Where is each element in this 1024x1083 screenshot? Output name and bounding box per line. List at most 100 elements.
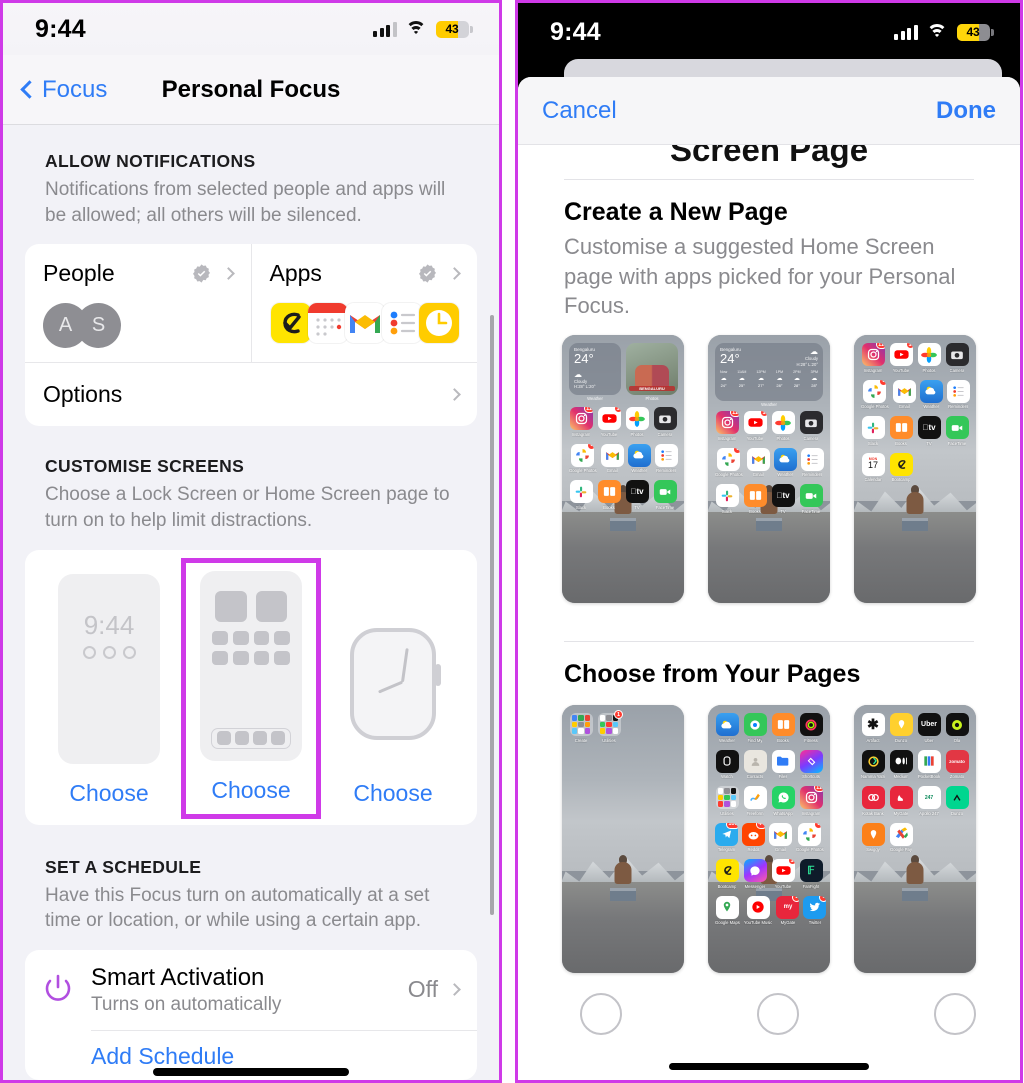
app-label: Gmail — [752, 472, 764, 478]
ola-icon — [945, 713, 969, 737]
app-label: Telegram — [717, 847, 736, 853]
home-screen-preview — [200, 570, 302, 761]
left-nav-bar: Focus Personal Focus — [3, 55, 499, 125]
reminders-icon — [946, 379, 970, 403]
modal-content[interactable]: Screen Page Create a New Page Customise … — [518, 145, 1020, 1080]
status-indicators: 43 — [894, 23, 994, 41]
app-label: Photos — [922, 367, 936, 373]
app-label: Weather — [719, 737, 735, 743]
apps-icon-stack — [270, 303, 459, 344]
suggested-page-3[interactable]: 11 Instagram 1 YouTube Photos Camera 3 Goog… — [854, 335, 976, 604]
gmail-icon — [769, 822, 792, 846]
instagram-icon: 11 — [861, 343, 885, 367]
left-scroll-area[interactable]: ALLOW NOTIFICATIONS Notifications from s… — [3, 125, 499, 1080]
app-row: 11 Instagram 1 YouTube Photos Camera — [861, 343, 969, 373]
app-label: Books — [603, 504, 615, 510]
statue-figure — [610, 854, 636, 901]
app-row: 3 Google Photos Gmail Weather Reminders — [861, 379, 970, 410]
suggested-page-1[interactable]: Bengaluru 24° ☁ Cloudy H:28° L:20° Weath… — [562, 335, 684, 604]
status-indicators: 43 — [373, 20, 473, 38]
app-label: YouTube — [746, 435, 764, 441]
options-row[interactable]: Options — [25, 362, 477, 426]
app-label: Google Photos — [861, 404, 889, 410]
customise-screens-card: 9:44 Choose Choose Choose — [25, 549, 477, 825]
create-new-page-title: Create a New Page — [564, 198, 788, 226]
app-label: Dunzo — [950, 810, 964, 816]
watch-hand-hour — [401, 647, 409, 682]
page-selection-radios — [518, 973, 1020, 1036]
app-label: Shortcuts — [802, 774, 820, 780]
mygate-icon: my 2 — [776, 895, 800, 919]
radio-unselected-icon[interactable] — [934, 993, 976, 1036]
weather-city: Bengaluru — [574, 347, 595, 353]
lock-screen-placeholder-dots — [58, 645, 160, 659]
choose-home-screen-button[interactable]: Choose — [211, 777, 290, 804]
watch-face-option[interactable]: Choose — [323, 627, 463, 807]
app-row: MON 17 Calendar Bootcamp — [861, 452, 969, 483]
people-cell[interactable]: People A S — [25, 244, 252, 363]
your-page-3[interactable]: ✱ Artifact Dunzo Uber Uber Ola Namma Yatri… — [854, 705, 976, 974]
swiggy-icon — [861, 822, 885, 846]
app-row: Namma Yatri Medium PocketBook zomato Zoma… — [861, 749, 969, 780]
app-label: Google Photos — [796, 847, 824, 853]
app-label: Zomato — [949, 774, 965, 780]
app-label: Calendar — [864, 477, 882, 483]
suggested-page-2[interactable]: Bengaluru 24° ☁ Cloudy H:28° L:20° Now ☁… — [708, 335, 830, 604]
power-icon — [39, 971, 77, 1009]
google-pay-icon — [889, 822, 913, 846]
radio-unselected-icon[interactable] — [580, 993, 622, 1036]
instagram-icon: 11 — [569, 407, 593, 431]
bootcamp-icon — [889, 452, 913, 476]
cloud-icon: ☁ — [574, 369, 582, 379]
forecast-temp: 28° — [811, 383, 818, 389]
app-row: Bootcamp Messenger 1 YouTube 𝔽 FanFight — [715, 859, 823, 889]
cloud-icon: ☁ — [793, 376, 800, 383]
app-label: Google Photos — [569, 468, 597, 474]
verified-check-icon — [192, 264, 210, 283]
app-label: Fitness — [804, 737, 818, 743]
app-label: PocketBook — [917, 774, 941, 780]
apps-cell[interactable]: Apps — [252, 244, 478, 362]
forecast-hour: Now — [720, 370, 728, 375]
radio-unselected-icon[interactable] — [757, 993, 799, 1036]
done-button[interactable]: Done — [936, 97, 996, 125]
youtube-icon: 1 — [771, 859, 795, 883]
notification-badge: 11 — [729, 411, 739, 418]
app-label: Dunzo — [894, 737, 908, 743]
wifi-icon — [405, 21, 427, 37]
messenger-icon — [743, 859, 767, 883]
choose-watch-face-button[interactable]: Choose — [353, 780, 432, 807]
choose-lock-screen-button[interactable]: Choose — [69, 780, 148, 807]
app-label: Freeform — [746, 810, 764, 816]
app-label: Camera — [657, 431, 673, 437]
app-label: YouTube — [600, 431, 618, 437]
cancel-button[interactable]: Cancel — [542, 97, 617, 125]
lock-screen-option[interactable]: 9:44 Choose — [39, 573, 179, 807]
facetime-icon — [653, 480, 677, 504]
people-avatars: A S — [43, 303, 233, 349]
google-maps-icon — [715, 895, 739, 919]
notification-badge: 11 — [875, 343, 885, 350]
fanfight-icon: 𝔽 — [799, 859, 823, 883]
youtube-icon: 1 — [597, 407, 621, 431]
slack-icon — [569, 480, 593, 504]
cloud-icon: ☁ — [738, 376, 745, 383]
cloud-icon: ☁ — [811, 376, 818, 383]
reminders-icon — [654, 443, 678, 467]
camera-icon — [799, 411, 823, 435]
app-label: Utilities — [720, 810, 734, 816]
your-page-1[interactable]: Create 1 Utilities — [562, 705, 684, 974]
statue-figure — [902, 484, 928, 531]
calendar-icon — [308, 303, 348, 344]
your-page-2[interactable]: Weather Find My Books Fitness Watch Cont… — [708, 705, 830, 974]
smart-activation-row[interactable]: Smart Activation Turns on automatically … — [25, 950, 477, 1030]
home-screen-option[interactable]: Choose — [181, 557, 321, 819]
slack-icon — [715, 484, 739, 508]
create-new-page-subtitle: Customise a suggested Home Screen page w… — [564, 234, 956, 319]
weather-forecast: Now ☁ 24° 11AM ☁ 25° 12PM ☁ 27° 1PM ☁ 28° 2PM ☁ 28… — [720, 370, 818, 388]
twitter-icon: 1 — [803, 895, 827, 919]
app-label: Gmail — [606, 468, 618, 474]
scrollbar[interactable] — [490, 315, 494, 915]
app-label: Books — [777, 737, 789, 743]
books-icon — [597, 480, 621, 504]
